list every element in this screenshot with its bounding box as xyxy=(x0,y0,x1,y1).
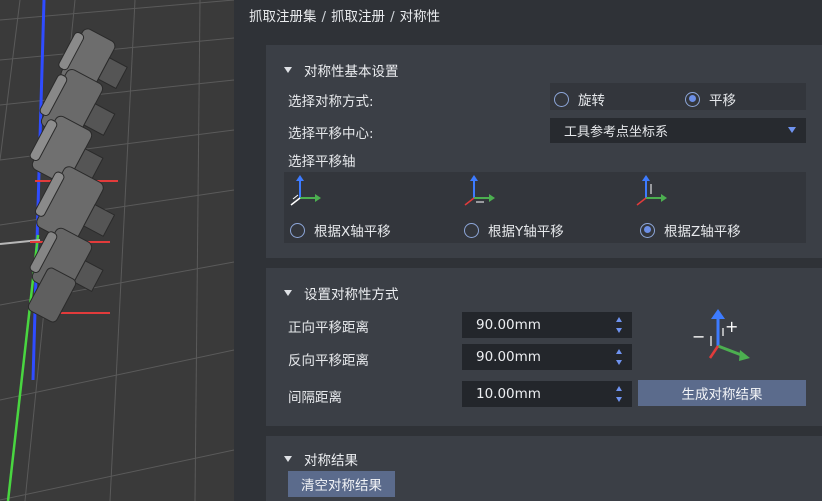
radio-circle-icon[interactable] xyxy=(554,91,569,107)
minus-sign: − xyxy=(692,327,705,346)
breadcrumb: 抓取注册集 / 抓取注册 / 对称性 xyxy=(249,5,440,25)
symmetry-results-section: 对称结果 清空对称结果 xyxy=(266,436,822,501)
spin-arrows[interactable] xyxy=(616,384,624,404)
spin-up-icon[interactable] xyxy=(616,386,622,391)
basic-settings-header[interactable]: 对称性基本设置 xyxy=(284,60,399,80)
symmetry-method-header[interactable]: 设置对称性方式 xyxy=(284,283,399,303)
collapse-caret-icon[interactable] xyxy=(284,67,292,73)
mode-radio-rotate[interactable]: 旋转 xyxy=(554,89,605,109)
breadcrumb-separator: / xyxy=(390,9,395,25)
breadcrumb-item-grasp-set[interactable]: 抓取注册集 xyxy=(249,9,317,25)
radio-label: 根据Z轴平移 xyxy=(664,224,741,240)
select-value: 工具参考点坐标系 xyxy=(564,125,669,140)
symmetry-mode-group: 旋转 平移 xyxy=(550,83,806,110)
section-title: 设置对称性方式 xyxy=(304,287,399,303)
basic-settings-section: 对称性基本设置 选择对称方式: 旋转 平移 选择平移中心: 工具参考点坐标系 选… xyxy=(266,45,822,258)
reverse-distance-label: 反向平移距离 xyxy=(288,353,369,369)
axis-radio-y[interactable]: 根据Y轴平移 xyxy=(464,220,564,240)
breadcrumb-separator: / xyxy=(321,9,327,25)
spin-down-icon[interactable] xyxy=(616,397,622,402)
spin-up-icon[interactable] xyxy=(616,349,622,354)
symmetry-results-header[interactable]: 对称结果 xyxy=(284,449,358,469)
translate-axis-group: 根据X轴平移 根据Y轴平移 根据Z轴平移 xyxy=(284,172,806,243)
radio-circle-icon[interactable] xyxy=(290,222,305,238)
section-title: 对称结果 xyxy=(304,453,358,469)
section-title: 对称性基本设置 xyxy=(304,64,399,80)
dropdown-arrow-icon[interactable] xyxy=(788,127,796,133)
radio-label: 平移 xyxy=(709,93,736,109)
radio-circle-icon[interactable] xyxy=(464,222,479,238)
spin-arrows[interactable] xyxy=(616,347,624,367)
spin-down-icon[interactable] xyxy=(616,360,622,365)
symmetry-panel: 抓取注册集 / 抓取注册 / 对称性 对称性基本设置 选择对称方式: 旋转 平移 选择平… xyxy=(234,0,822,501)
radio-label: 根据Y轴平移 xyxy=(488,224,564,240)
generate-symmetry-button[interactable]: 生成对称结果 xyxy=(638,380,806,406)
axis-radio-x[interactable]: 根据X轴平移 xyxy=(290,220,391,240)
scene-svg xyxy=(0,0,234,501)
radio-label: 根据X轴平移 xyxy=(314,224,391,240)
clear-results-button[interactable]: 清空对称结果 xyxy=(288,471,395,497)
reverse-distance-input[interactable]: 90.00mm xyxy=(462,344,632,370)
input-value: 90.00mm xyxy=(476,317,541,333)
input-value: 90.00mm xyxy=(476,349,541,365)
collapse-caret-icon[interactable] xyxy=(284,456,292,462)
app-root: 抓取注册集 / 抓取注册 / 对称性 对称性基本设置 选择对称方式: 旋转 平移 选择平… xyxy=(0,0,822,501)
symmetry-method-section: 设置对称性方式 正向平移距离 90.00mm 反向平移距离 90.00mm 间隔… xyxy=(266,268,822,426)
translate-center-select[interactable]: 工具参考点坐标系 xyxy=(550,118,806,143)
xyz-axis-z-translate-icon xyxy=(636,175,667,206)
interval-distance-input[interactable]: 10.00mm xyxy=(462,381,632,407)
spin-arrows[interactable] xyxy=(616,315,624,335)
symmetry-mode-label: 选择对称方式: xyxy=(288,94,374,110)
translate-direction-diagram-icon: − + xyxy=(692,309,750,361)
spin-down-icon[interactable] xyxy=(616,328,622,333)
translate-center-label: 选择平移中心: xyxy=(288,126,374,142)
3d-viewport[interactable] xyxy=(0,0,234,501)
xyz-axis-y-translate-icon xyxy=(464,175,495,206)
input-value: 10.00mm xyxy=(476,386,541,402)
interval-distance-label: 间隔距离 xyxy=(288,390,342,406)
plus-sign: + xyxy=(725,317,738,336)
spin-up-icon[interactable] xyxy=(616,317,622,322)
forward-distance-label: 正向平移距离 xyxy=(288,320,369,336)
radio-circle-selected-icon[interactable] xyxy=(685,91,700,107)
radio-circle-selected-icon[interactable] xyxy=(640,222,655,238)
breadcrumb-item-grasp-register[interactable]: 抓取注册 xyxy=(331,9,385,25)
breadcrumb-item-symmetry: 对称性 xyxy=(399,9,441,25)
forward-distance-input[interactable]: 90.00mm xyxy=(462,312,632,338)
xyz-axis-x-translate-icon xyxy=(290,175,321,206)
axis-radio-z[interactable]: 根据Z轴平移 xyxy=(640,220,741,240)
radio-label: 旋转 xyxy=(578,93,605,109)
mode-radio-translate[interactable]: 平移 xyxy=(685,89,736,109)
translate-axis-label: 选择平移轴 xyxy=(288,154,356,170)
collapse-caret-icon[interactable] xyxy=(284,290,292,296)
